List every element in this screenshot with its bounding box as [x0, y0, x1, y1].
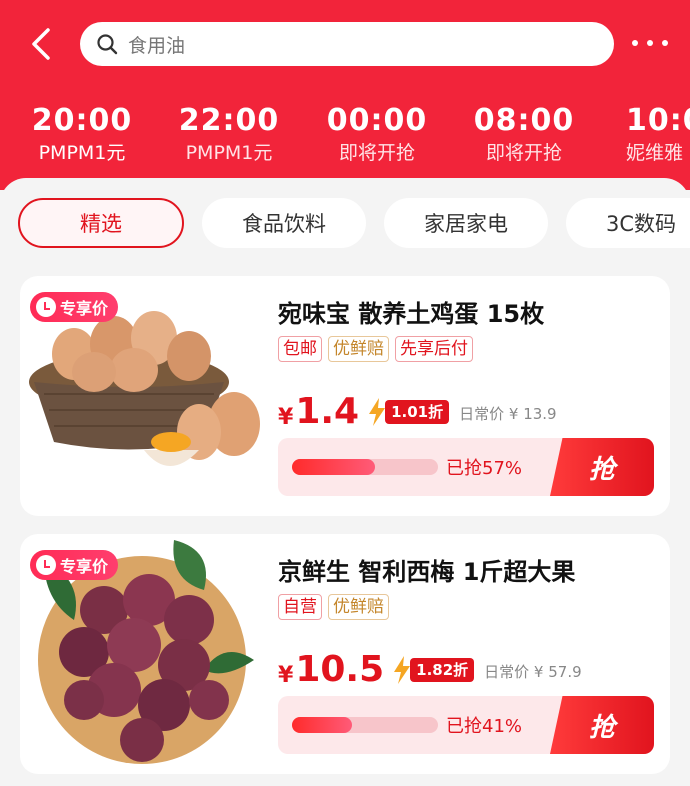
- sold-progress-bar: [292, 459, 438, 475]
- product-tags: 包邮 优鲜赔 先享后付: [278, 336, 473, 362]
- search-input[interactable]: 食用油: [80, 22, 614, 66]
- original-price: 日常价 ¥ 57.9: [484, 663, 582, 681]
- tag-self-operated: 自营: [278, 594, 322, 620]
- badge-label: 专享价: [60, 557, 109, 576]
- time-slot-bar: 20:00 PMPM1元 22:00 PMPM1元 00:00 即将开抢 08:…: [0, 102, 690, 178]
- tag-freshness-guarantee: 优鲜赔: [328, 594, 389, 620]
- time-slot-time: 10:0: [626, 103, 690, 138]
- product-card[interactable]: 专享价 宛味宝 散养土鸡蛋 15枚 包邮 优鲜赔 先享后付 ¥ 1.4 1.01…: [20, 276, 670, 516]
- grab-panel: 已抢57% 抢: [278, 438, 654, 496]
- grab-button[interactable]: 抢: [550, 438, 654, 496]
- progress-fill: [292, 717, 352, 733]
- time-slot[interactable]: 00:00 即将开抢: [317, 102, 437, 166]
- grab-panel: 已抢41% 抢: [278, 696, 654, 754]
- category-tabs: 精选 食品饮料 家居家电 3C数码: [0, 198, 690, 250]
- time-slot[interactable]: 20:00 PMPM1元: [22, 102, 142, 166]
- product-tags: 自营 优鲜赔: [278, 594, 389, 620]
- lightning-icon: [394, 656, 411, 684]
- badge-label: 专享价: [60, 299, 109, 318]
- grab-button[interactable]: 抢: [550, 696, 654, 754]
- tab-food-drinks[interactable]: 食品饮料: [202, 198, 366, 248]
- product-title: 宛味宝 散养土鸡蛋 15枚: [278, 300, 545, 328]
- clock-icon: [36, 555, 56, 575]
- time-slot[interactable]: 22:00 PMPM1元: [169, 102, 289, 166]
- time-slot-time: 20:00: [31, 103, 133, 138]
- time-slot-status: PMPM1元: [38, 142, 126, 164]
- currency-symbol: ¥: [278, 405, 294, 430]
- product-title: 京鲜生 智利西梅 1斤超大果: [278, 558, 576, 586]
- sale-price: 10.5: [295, 649, 385, 690]
- original-price: 日常价 ¥ 13.9: [459, 405, 557, 423]
- discount-label: 1.01折: [385, 400, 450, 424]
- clock-icon: [36, 297, 56, 317]
- app-root: 食用油 20:00 PMPM1元 22:00 PMPM1元 00:00 即将开抢…: [0, 0, 690, 786]
- time-slot[interactable]: 08:00 即将开抢: [464, 102, 584, 166]
- tag-pay-later: 先享后付: [395, 336, 473, 362]
- time-slot-time: 00:00: [326, 103, 428, 138]
- back-icon[interactable]: [26, 26, 58, 62]
- price-row: ¥ 1.4 1.01折 日常价 ¥ 13.9: [278, 388, 557, 432]
- discount-badge: 1.01折: [369, 398, 450, 426]
- time-slot-status: 妮维雅: [626, 142, 684, 164]
- header: 食用油 20:00 PMPM1元 22:00 PMPM1元 00:00 即将开抢…: [0, 0, 690, 190]
- sold-percentage: 已抢41%: [446, 716, 523, 737]
- search-placeholder: 食用油: [128, 34, 186, 57]
- product-card[interactable]: 专享价 京鲜生 智利西梅 1斤超大果 自营 优鲜赔 ¥ 10.5 1.82折 日…: [20, 534, 670, 774]
- time-slot-status: 即将开抢: [485, 142, 562, 164]
- tab-home-appliances[interactable]: 家居家电: [384, 198, 548, 248]
- tab-featured[interactable]: 精选: [18, 198, 184, 248]
- tab-3c-digital[interactable]: 3C数码: [566, 198, 690, 248]
- discount-label: 1.82折: [410, 658, 475, 682]
- progress-fill: [292, 459, 376, 475]
- time-slot-time: 08:00: [473, 103, 575, 138]
- currency-symbol: ¥: [278, 663, 294, 688]
- lightning-icon: [369, 398, 386, 426]
- tag-freshness-guarantee: 优鲜赔: [328, 336, 389, 362]
- sale-price: 1.4: [295, 391, 360, 432]
- exclusive-price-badge: 专享价: [30, 292, 119, 322]
- discount-badge: 1.82折: [394, 656, 475, 684]
- price-row: ¥ 10.5 1.82折 日常价 ¥ 57.9: [278, 646, 582, 690]
- sold-progress-bar: [292, 717, 438, 733]
- time-slot-status: PMPM1元: [185, 142, 273, 164]
- time-slot[interactable]: 10:0 妮维雅: [612, 102, 690, 166]
- more-icon[interactable]: [632, 30, 668, 56]
- exclusive-price-badge: 专享价: [30, 550, 119, 580]
- time-slot-status: 即将开抢: [338, 142, 415, 164]
- search-icon: [97, 34, 118, 55]
- sold-percentage: 已抢57%: [446, 458, 523, 479]
- time-slot-time: 22:00: [178, 103, 280, 138]
- tag-free-shipping: 包邮: [278, 336, 322, 362]
